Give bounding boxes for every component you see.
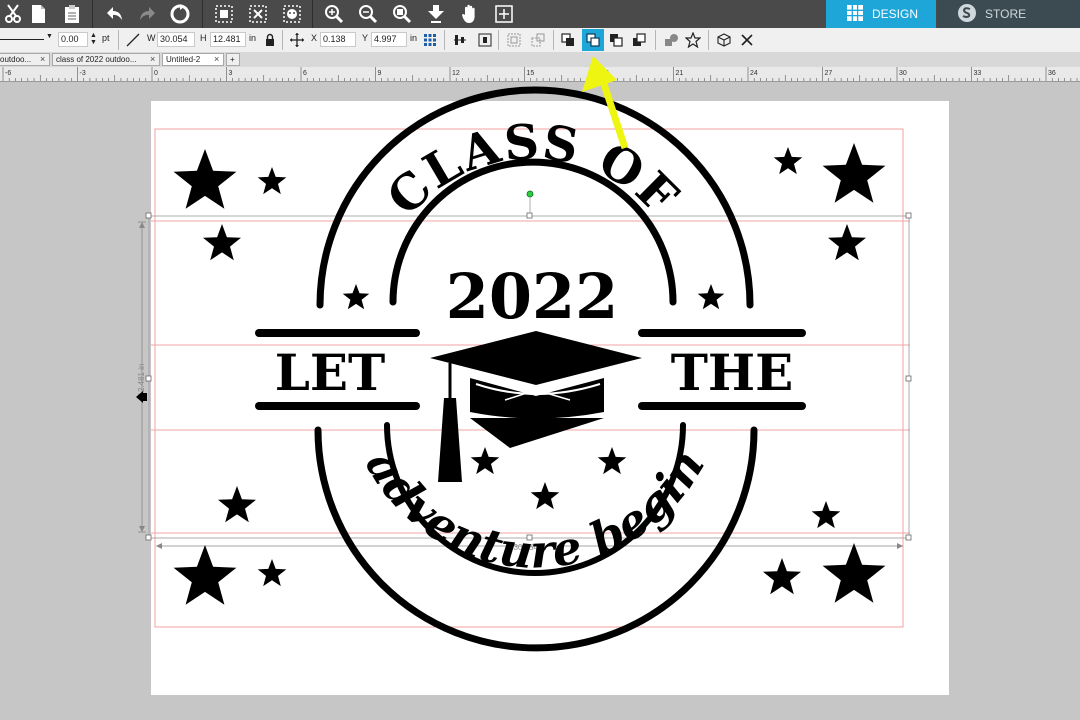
close-tab-icon[interactable]: × bbox=[150, 54, 155, 65]
deselect-icon[interactable] bbox=[244, 0, 272, 28]
line-width-input[interactable]: 0.00 bbox=[58, 32, 88, 47]
ruler-label: 27 bbox=[825, 70, 833, 77]
undo-icon[interactable] bbox=[100, 0, 128, 28]
ruler-label: 15 bbox=[527, 70, 535, 77]
ruler-label: 3 bbox=[229, 70, 233, 77]
fit-page-icon[interactable] bbox=[490, 0, 518, 28]
ruler-label: 18 bbox=[601, 70, 609, 77]
store-tab-label: STORE bbox=[985, 7, 1027, 21]
doc-tab-label: class of 2022 outdoo... bbox=[56, 55, 137, 64]
design-page[interactable] bbox=[151, 101, 949, 695]
close-icon[interactable] bbox=[738, 31, 756, 49]
pan-icon[interactable] bbox=[456, 0, 484, 28]
ruler-label: 36 bbox=[1048, 70, 1056, 77]
ruler-label: 0 bbox=[154, 70, 158, 77]
doc-tab-3[interactable]: Untitled-2 × bbox=[162, 53, 224, 66]
ruler-label: 33 bbox=[974, 70, 982, 77]
height-label: H bbox=[200, 33, 207, 43]
star-shape-icon[interactable] bbox=[684, 31, 702, 49]
copy-icon[interactable] bbox=[24, 0, 52, 28]
new-tab-button[interactable]: + bbox=[226, 53, 240, 66]
store-logo-icon bbox=[957, 3, 977, 26]
center-to-page-icon[interactable] bbox=[476, 31, 494, 49]
ruler-label: -6 bbox=[5, 70, 11, 77]
anchor-grid-icon[interactable] bbox=[421, 31, 439, 49]
close-tab-icon[interactable]: × bbox=[40, 54, 45, 65]
doc-tab-2[interactable]: class of 2022 outdoo... × bbox=[52, 53, 160, 66]
group-icon[interactable] bbox=[505, 31, 523, 49]
paste-icon[interactable] bbox=[58, 0, 86, 28]
main-toolbar: DESIGN STORE bbox=[0, 0, 1080, 28]
line-style-preview bbox=[0, 39, 44, 40]
lock-aspect-icon[interactable] bbox=[261, 31, 279, 49]
ruler-label: 12 bbox=[452, 70, 460, 77]
width-label: W bbox=[147, 33, 156, 43]
align-icon[interactable] bbox=[451, 31, 469, 49]
document-tabs: outdoo... × class of 2022 outdoo... × Un… bbox=[0, 52, 1080, 68]
select-icon[interactable] bbox=[210, 0, 238, 28]
redraw-icon[interactable] bbox=[166, 0, 194, 28]
doc-tab-label: Untitled-2 bbox=[166, 55, 201, 64]
move-position-icon bbox=[288, 31, 306, 49]
design-tab[interactable]: DESIGN bbox=[826, 0, 936, 28]
diagonal-line-icon bbox=[124, 31, 142, 49]
x-input[interactable]: 0.138 bbox=[320, 32, 356, 47]
ruler-label: 6 bbox=[303, 70, 307, 77]
line-width-unit: pt bbox=[102, 33, 110, 43]
ruler-label: -3 bbox=[80, 70, 86, 77]
line-style-dropdown-icon[interactable]: ▼ bbox=[46, 33, 53, 40]
y-input[interactable]: 4.997 bbox=[371, 32, 407, 47]
zoom-select-icon[interactable] bbox=[388, 0, 416, 28]
properties-bar: ▼ 0.00 ▲ ▼ pt W 30.054 H 12.481 in X 0.13… bbox=[0, 28, 1080, 53]
height-input[interactable]: 12.481 bbox=[210, 32, 246, 47]
send-to-back-icon[interactable] bbox=[582, 29, 604, 51]
ruler-label: 9 bbox=[378, 70, 382, 77]
y-label: Y bbox=[362, 33, 369, 43]
design-tab-label: DESIGN bbox=[872, 7, 919, 21]
width-input[interactable]: 30.054 bbox=[157, 32, 195, 47]
close-tab-icon[interactable]: × bbox=[214, 54, 219, 65]
horizontal-ruler: -6 -3 0 3 6 9 12 15 18 21 24 27 30 33 36 bbox=[0, 67, 1080, 82]
bring-to-front-icon[interactable] bbox=[559, 31, 577, 49]
redo-icon[interactable] bbox=[134, 0, 162, 28]
zoom-in-icon[interactable] bbox=[320, 0, 348, 28]
3d-box-icon[interactable] bbox=[715, 31, 733, 49]
ungroup-icon[interactable] bbox=[529, 31, 547, 49]
ruler-scale: -6 -3 0 3 6 9 12 15 18 21 24 27 30 33 36 bbox=[2, 67, 1078, 81]
send-backward-icon[interactable] bbox=[630, 31, 648, 49]
bring-forward-icon[interactable] bbox=[607, 31, 625, 49]
x-label: X bbox=[311, 33, 318, 43]
zoom-out-icon[interactable] bbox=[354, 0, 382, 28]
edit-points-icon[interactable] bbox=[278, 0, 306, 28]
fill-shapes-icon[interactable] bbox=[662, 31, 680, 49]
ruler-label: 21 bbox=[676, 70, 684, 77]
size-unit: in bbox=[249, 33, 257, 43]
grid-icon bbox=[846, 4, 864, 25]
doc-tab-label: outdoo... bbox=[0, 55, 32, 64]
position-unit: in bbox=[410, 33, 418, 43]
store-tab[interactable]: STORE bbox=[937, 0, 1080, 28]
line-width-stepper[interactable]: ▲ ▼ bbox=[90, 32, 97, 46]
ruler-label: 24 bbox=[750, 70, 758, 77]
doc-tab-1[interactable]: outdoo... × bbox=[0, 53, 50, 66]
move-down-icon[interactable] bbox=[422, 0, 450, 28]
ruler-label: 30 bbox=[899, 70, 907, 77]
